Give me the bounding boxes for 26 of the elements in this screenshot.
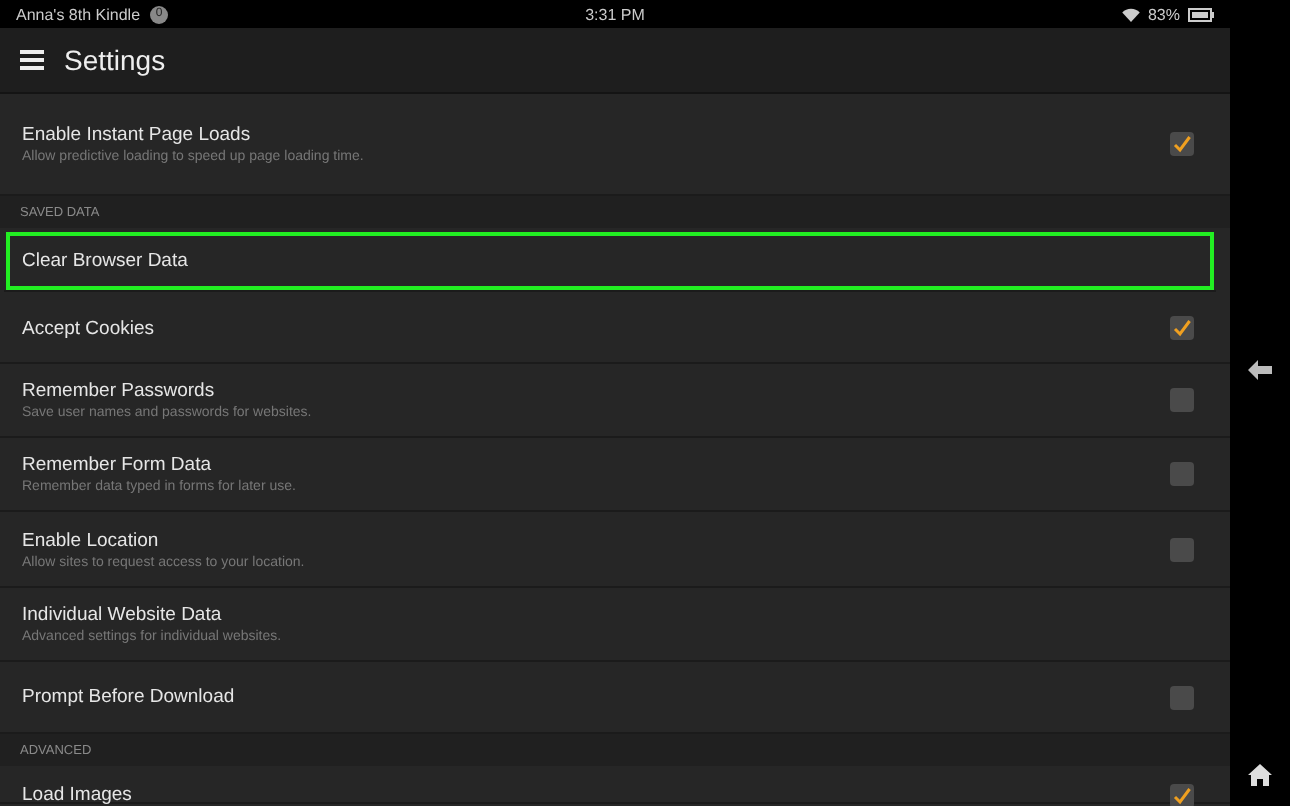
clock: 3:31 PM (585, 5, 645, 23)
setting-label: Remember Form Data (22, 454, 213, 476)
battery-percent: 83% (1147, 5, 1180, 23)
setting-label: Load Images (22, 784, 132, 806)
checkbox[interactable] (1170, 537, 1194, 561)
setting-label: Accept Cookies (22, 317, 155, 339)
setting-label: Individual Website Data (22, 604, 224, 626)
setting-label: Enable Instant Page Loads (22, 124, 253, 146)
page-title: Settings (64, 44, 166, 76)
checkbox[interactable] (1170, 132, 1194, 156)
battery-icon (1188, 7, 1214, 21)
checkbox[interactable] (1170, 685, 1194, 709)
setting-label: Enable Location (22, 529, 161, 551)
setting-label: Clear Browser Data (22, 249, 188, 271)
checkbox[interactable] (1170, 388, 1194, 412)
setting-label: Remember Passwords (22, 380, 217, 402)
checkbox[interactable] (1170, 316, 1194, 340)
back-icon[interactable] (1248, 360, 1272, 380)
setting-label: Prompt Before Download (22, 686, 235, 708)
checkbox[interactable] (1170, 784, 1194, 806)
checkbox[interactable] (1170, 462, 1194, 486)
home-icon[interactable] (1248, 764, 1272, 786)
menu-icon[interactable] (20, 50, 44, 70)
device-name: Anna's 8th Kindle (16, 5, 141, 23)
settings-row[interactable]: Clear Browser Data (4, 230, 1216, 292)
wifi-icon (1121, 7, 1140, 21)
